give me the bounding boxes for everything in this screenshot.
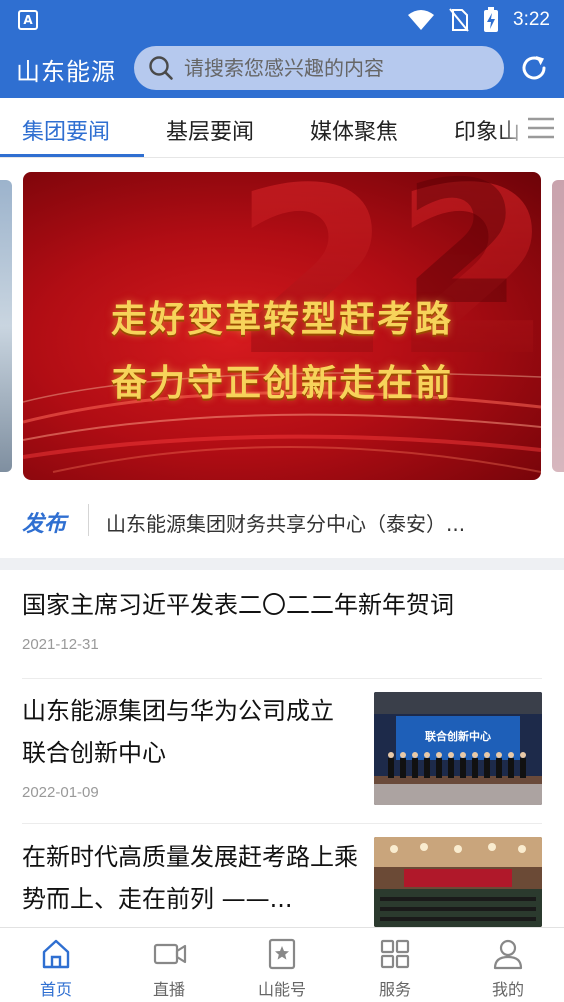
banner-carousel[interactable]: 22 2 走好变革转型赶考路 奋力守正创新走在前: [0, 172, 564, 480]
bottom-navigation: 首页 直播 山能号 服务 我的: [0, 927, 564, 1002]
announcement-text[interactable]: 山东能源集团财务共享分中心（泰安）...: [106, 508, 526, 537]
banner-slogan-line-1: 走好变革转型赶考路: [110, 299, 453, 340]
nav-live[interactable]: 直播: [113, 928, 225, 1002]
grid-icon: [380, 939, 410, 969]
search-box[interactable]: [134, 46, 504, 90]
news-item-2[interactable]: 山东能源集团与华为公司成立联合创新中心 2022-01-09: [22, 690, 352, 801]
nav-label: 服务: [378, 980, 411, 999]
list-divider: [22, 823, 542, 824]
search-icon: [149, 56, 173, 80]
app-title: 山东能源: [16, 58, 116, 86]
video-icon: [153, 943, 187, 965]
home-icon: [42, 939, 70, 969]
list-divider: [22, 678, 542, 679]
nav-shanneng-account[interactable]: 山能号: [226, 928, 338, 1002]
active-tab-indicator: [0, 154, 144, 157]
news-date: 2022-01-09: [22, 784, 99, 801]
previous-slide-peek[interactable]: [0, 180, 12, 472]
nav-label: 我的: [491, 980, 524, 999]
nav-label: 直播: [152, 980, 185, 999]
banner-slide[interactable]: 22 2 走好变革转型赶考路 奋力守正创新走在前: [23, 172, 541, 480]
clock: 3:22: [513, 9, 550, 30]
status-bar: A 3:22: [0, 0, 564, 40]
ceremony-photo: [374, 692, 542, 805]
news-title[interactable]: 山东能源集团与华为公司成立联合创新中心: [22, 690, 352, 774]
nav-home[interactable]: 首页: [0, 928, 112, 1002]
banner-slogan-line-2: 奋力守正创新走在前: [110, 363, 453, 404]
thumbnail-caption: 联合创新中心: [425, 730, 491, 743]
announcement-tag: 发布: [22, 512, 67, 537]
no-sim-icon: [449, 8, 469, 32]
tab-media-focus[interactable]: 媒体聚焦: [310, 114, 398, 146]
announcement-divider: [88, 504, 89, 536]
news-item-3[interactable]: 在新时代高质量发展赶考路上乘势而上、走在前列 ——...: [22, 836, 362, 920]
nav-profile[interactable]: 我的: [452, 928, 564, 1002]
nav-label: 山能号: [257, 980, 306, 999]
app-notification-icon: A: [18, 10, 38, 30]
battery-charging-icon: [484, 7, 499, 32]
news-title[interactable]: 在新时代高质量发展赶考路上乘势而上、走在前列 ——...: [22, 836, 362, 920]
announcement-bar[interactable]: 发布 山东能源集团财务共享分中心（泰安）...: [0, 490, 564, 552]
news-thumbnail[interactable]: [374, 837, 542, 927]
wifi-icon: [408, 10, 435, 30]
tab-local-news[interactable]: 基层要闻: [166, 114, 254, 146]
next-slide-peek[interactable]: [552, 180, 564, 472]
bookmark-star-icon: [268, 938, 296, 970]
status-icons: 3:22: [407, 6, 550, 34]
top-header: A 3:22 山东能源: [0, 0, 564, 98]
refresh-icon[interactable]: [518, 52, 550, 84]
search-input[interactable]: [184, 56, 484, 80]
section-gap: [0, 558, 564, 570]
nav-services[interactable]: 服务: [339, 928, 451, 1002]
user-icon: [493, 939, 523, 970]
news-item-1[interactable]: 国家主席习近平发表二〇二二年新年贺词 2021-12-31: [22, 584, 542, 653]
news-thumbnail[interactable]: 联合创新中心: [374, 692, 542, 805]
conference-hall-photo: [374, 837, 542, 927]
nav-label: 首页: [39, 980, 72, 999]
category-tabs: 集团要闻 基层要闻 媒体聚焦 印象山: [0, 98, 564, 158]
news-date: 2021-12-31: [22, 636, 99, 653]
tab-group-news[interactable]: 集团要闻: [22, 114, 110, 146]
news-title[interactable]: 国家主席习近平发表二〇二二年新年贺词: [22, 584, 542, 626]
menu-icon[interactable]: [526, 116, 556, 140]
